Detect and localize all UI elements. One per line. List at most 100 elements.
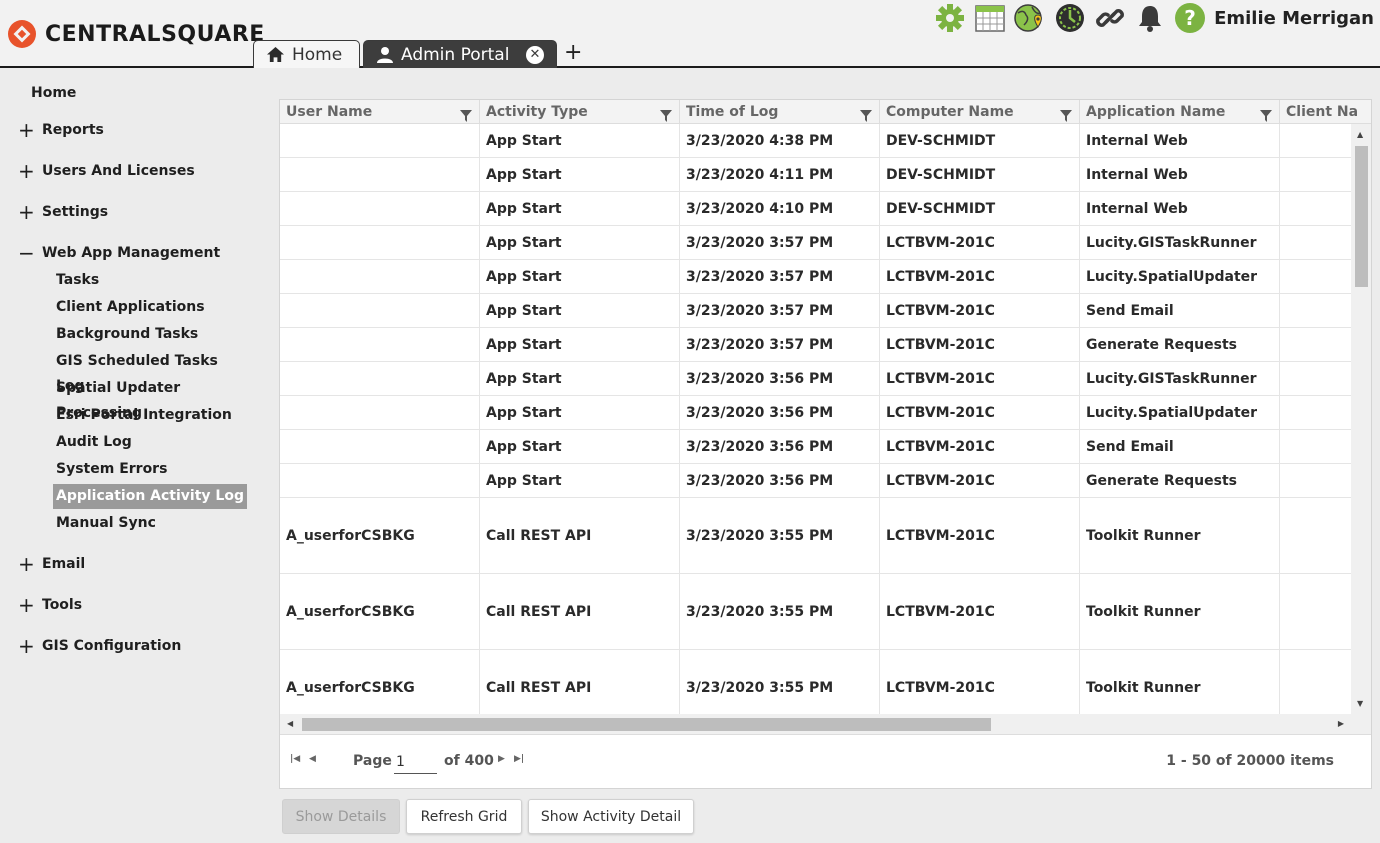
sidebar-group-users-and-licenses[interactable]: + Users And Licenses	[18, 161, 195, 181]
table-cell: 3/23/2020 4:11 PM	[680, 158, 880, 191]
table-cell: 3/23/2020 3:57 PM	[680, 294, 880, 327]
table-row[interactable]: A_userforCSBKG Call REST API 3/23/2020 3:5…	[280, 498, 1351, 574]
calendar-icon[interactable]	[974, 2, 1006, 34]
table-row[interactable]: App Start 3/23/2020 3:57 PM LCTBVM-201C Luc…	[280, 226, 1351, 260]
table-cell	[1280, 294, 1351, 327]
sidebar-item-home[interactable]: Home	[31, 85, 76, 101]
table-row[interactable]: App Start 3/23/2020 3:57 PM LCTBVM-201C Sen…	[280, 294, 1351, 328]
vertical-scrollbar[interactable]: ▲ ▼	[1351, 124, 1371, 714]
previous-page-icon[interactable]: ◀	[309, 754, 316, 764]
table-cell: Call REST API	[480, 574, 680, 649]
table-row[interactable]: App Start 3/23/2020 4:38 PM DEV-SCHMIDT Int…	[280, 124, 1351, 158]
horizontal-scrollbar[interactable]: ◀ ▶	[280, 714, 1351, 734]
column-header[interactable]: Time of Log	[680, 100, 880, 123]
sidebar-group-tools[interactable]: + Tools	[18, 595, 82, 615]
table-row[interactable]: App Start 3/23/2020 3:56 PM LCTBVM-201C Gen…	[280, 464, 1351, 498]
sidebar-item-gis-scheduled-tasks-log[interactable]: GIS Scheduled Tasks Log	[53, 349, 247, 394]
vertical-scroll-thumb[interactable]	[1355, 146, 1368, 287]
table-row[interactable]: App Start 3/23/2020 4:10 PM DEV-SCHMIDT Int…	[280, 192, 1351, 226]
filter-icon[interactable]	[1260, 106, 1272, 123]
clock-icon[interactable]	[1054, 2, 1086, 34]
sidebar-item-audit-log[interactable]: Audit Log	[53, 430, 247, 455]
link-icon[interactable]	[1094, 2, 1126, 34]
tab-admin-portal[interactable]: Admin Portal ✕	[363, 40, 557, 68]
expand-icon: +	[18, 118, 35, 142]
table-row[interactable]: A_userforCSBKG Call REST API 3/23/2020 3:5…	[280, 650, 1351, 714]
sidebar-item-esri-portal-integration[interactable]: Esri Portal Integration	[53, 403, 247, 428]
sidebar-group-label: Email	[42, 556, 86, 572]
show-details-button[interactable]: Show Details	[282, 799, 400, 834]
column-header[interactable]: Client Na	[1280, 100, 1371, 123]
table-cell: 3/23/2020 3:57 PM	[680, 260, 880, 293]
table-cell: LCTBVM-201C	[880, 430, 1080, 463]
table-row[interactable]: App Start 3/23/2020 3:56 PM LCTBVM-201C Luc…	[280, 396, 1351, 430]
sidebar-group-settings[interactable]: + Settings	[18, 202, 108, 222]
refresh-grid-button[interactable]: Refresh Grid	[406, 799, 522, 834]
table-cell: App Start	[480, 362, 680, 395]
table-cell	[280, 260, 480, 293]
scroll-up-icon[interactable]: ▲	[1357, 130, 1363, 139]
table-cell: Toolkit Runner	[1080, 574, 1280, 649]
column-header[interactable]: User Name	[280, 100, 480, 123]
sidebar-item-manual-sync[interactable]: Manual Sync	[53, 511, 247, 536]
first-page-icon[interactable]: |◀	[290, 754, 300, 764]
filter-icon[interactable]	[860, 106, 872, 123]
table-cell: Toolkit Runner	[1080, 650, 1280, 714]
table-cell: DEV-SCHMIDT	[880, 158, 1080, 191]
table-cell: DEV-SCHMIDT	[880, 124, 1080, 157]
table-cell: App Start	[480, 192, 680, 225]
sidebar-item-background-tasks[interactable]: Background Tasks	[53, 322, 247, 347]
filter-icon[interactable]	[660, 106, 672, 123]
table-row[interactable]: App Start 3/23/2020 3:57 PM LCTBVM-201C Gen…	[280, 328, 1351, 362]
table-cell: App Start	[480, 294, 680, 327]
last-page-icon[interactable]: ▶|	[514, 754, 524, 764]
sidebar-group-email[interactable]: + Email	[18, 554, 86, 574]
grid-pager: |◀ ◀ Page of 400 ▶ ▶| 1 - 50 of 20000 it…	[280, 734, 1371, 788]
column-header[interactable]: Computer Name	[880, 100, 1080, 123]
horizontal-scroll-thumb[interactable]	[302, 718, 991, 731]
scroll-left-icon[interactable]: ◀	[287, 719, 293, 728]
sidebar-group-gis-configuration[interactable]: + GIS Configuration	[18, 636, 181, 656]
table-row[interactable]: App Start 3/23/2020 3:57 PM LCTBVM-201C Luc…	[280, 260, 1351, 294]
sidebar-item-client-applications[interactable]: Client Applications	[53, 295, 247, 320]
table-cell: 3/23/2020 3:56 PM	[680, 396, 880, 429]
brand-name: CENTRALSQUARE	[45, 21, 265, 47]
table-row[interactable]: App Start 3/23/2020 4:11 PM DEV-SCHMIDT Int…	[280, 158, 1351, 192]
sidebar-group-web-app-management[interactable]: − Web App Management	[18, 243, 220, 263]
filter-icon[interactable]	[1060, 106, 1072, 123]
filter-icon[interactable]	[460, 106, 472, 123]
scroll-right-icon[interactable]: ▶	[1338, 719, 1344, 728]
add-tab-icon[interactable]: +	[564, 40, 582, 66]
scroll-down-icon[interactable]: ▼	[1357, 699, 1363, 708]
table-cell: Internal Web	[1080, 158, 1280, 191]
close-tab-icon[interactable]: ✕	[526, 45, 544, 64]
table-cell: 3/23/2020 3:55 PM	[680, 574, 880, 649]
table-cell: 3/23/2020 3:55 PM	[680, 498, 880, 573]
table-cell	[1280, 226, 1351, 259]
table-cell	[1280, 260, 1351, 293]
table-row[interactable]: App Start 3/23/2020 3:56 PM LCTBVM-201C Luc…	[280, 362, 1351, 396]
tab-home[interactable]: Home	[253, 40, 360, 68]
page-number-input[interactable]	[394, 750, 437, 774]
column-header[interactable]: Activity Type	[480, 100, 680, 123]
table-cell	[280, 328, 480, 361]
globe-pin-icon[interactable]	[1014, 2, 1046, 34]
column-header[interactable]: Application Name	[1080, 100, 1280, 123]
sidebar-group-reports[interactable]: + Reports	[18, 118, 104, 142]
show-activity-detail-button[interactable]: Show Activity Detail	[528, 799, 694, 834]
grid-header: User Name Activity Type Time of Log Compute…	[280, 100, 1371, 124]
table-row[interactable]: App Start 3/23/2020 3:56 PM LCTBVM-201C Sen…	[280, 430, 1351, 464]
gear-icon[interactable]	[934, 2, 966, 34]
sidebar-item-system-errors[interactable]: System Errors	[53, 457, 247, 482]
sidebar-item-application-activity-log[interactable]: Application Activity Log	[53, 484, 247, 509]
table-row[interactable]: A_userforCSBKG Call REST API 3/23/2020 3:5…	[280, 574, 1351, 650]
bell-icon[interactable]	[1134, 2, 1166, 34]
table-cell	[1280, 498, 1351, 573]
sidebar-item-tasks[interactable]: Tasks	[53, 268, 247, 293]
table-cell: Lucity.GISTaskRunner	[1080, 226, 1280, 259]
table-cell: Generate Requests	[1080, 464, 1280, 497]
sidebar-item-spatial-updater-processing[interactable]: Spatial Updater Processing	[53, 376, 247, 421]
next-page-icon[interactable]: ▶	[498, 754, 505, 764]
user-name[interactable]: Emilie Merrigan	[1214, 8, 1374, 29]
help-icon[interactable]: ?	[1174, 2, 1206, 34]
